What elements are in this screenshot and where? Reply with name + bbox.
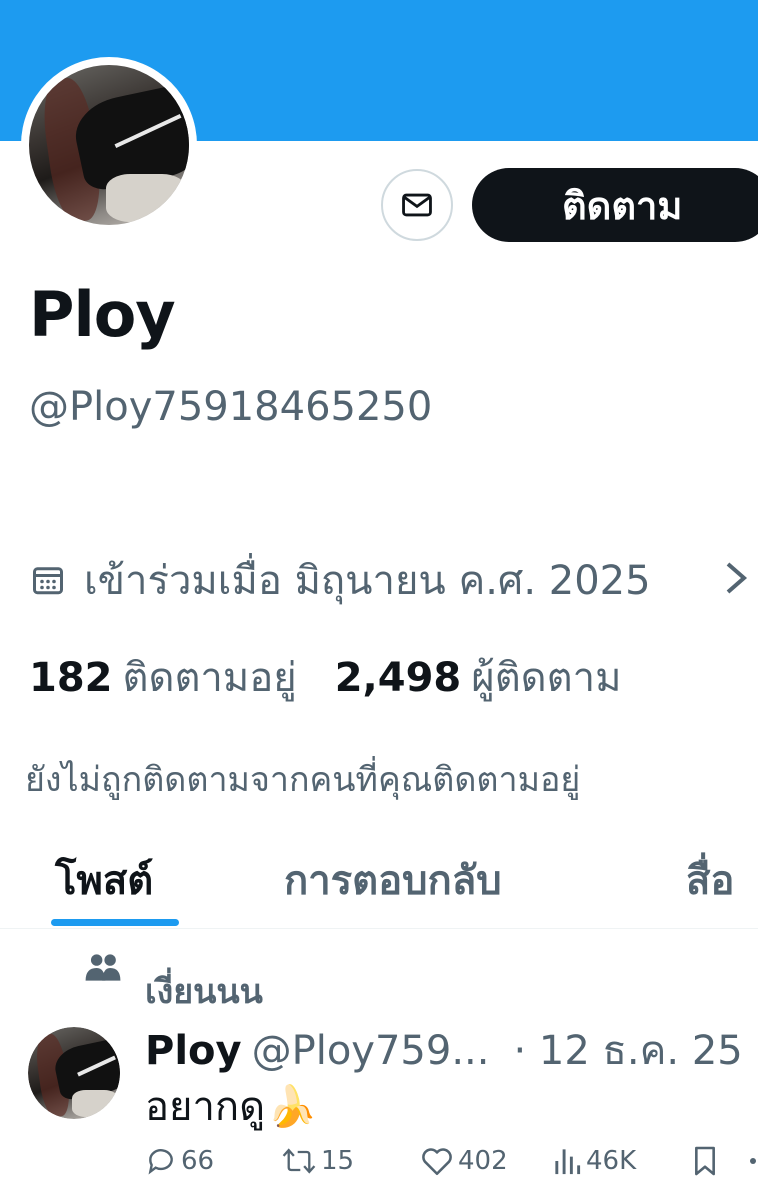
- joined-date-row[interactable]: เข้าร่วมเมื่อ มิถุนายน ค.ศ. 2025: [30, 555, 651, 605]
- active-tab-indicator: [51, 919, 179, 926]
- reply-icon: [148, 1149, 173, 1175]
- profile-handle: @Ploy75918465250: [29, 384, 433, 430]
- repost-button[interactable]: 15: [281, 1145, 354, 1177]
- repost-icon: [282, 1148, 316, 1174]
- tweet-timestamp[interactable]: · 12 ธ.ค. 25: [513, 1018, 742, 1082]
- tweet-avatar[interactable]: [28, 1027, 120, 1119]
- profile-avatar[interactable]: [21, 57, 197, 233]
- bookmark-icon: [695, 1146, 715, 1176]
- tab-replies[interactable]: การตอบกลับ: [284, 848, 502, 912]
- not-followed-note: ยังไม่ถูกติดตามจากคนที่คุณติดตามอยู่: [25, 760, 581, 800]
- reply-button[interactable]: 66: [145, 1145, 214, 1177]
- repost-count: 15: [321, 1146, 355, 1176]
- views-icon: [555, 1149, 581, 1175]
- followers-label: ผู้ติดตาม: [471, 655, 622, 701]
- followers-count: 2,498: [334, 655, 462, 701]
- tweet-author-handle[interactable]: @Ploy759...: [252, 1028, 490, 1074]
- reply-count: 66: [181, 1146, 215, 1176]
- views-count: 46K: [586, 1146, 637, 1176]
- following-link[interactable]: 182 ติดตามอยู่: [29, 645, 297, 709]
- people-icon: [84, 952, 122, 988]
- joined-date-text: เข้าร่วมเมื่อ มิถุนายน ค.ศ. 2025: [84, 558, 651, 604]
- banana-emoji: 🍌: [267, 1083, 317, 1130]
- like-count: 402: [458, 1146, 508, 1176]
- profile-tabs: โพสต์ การตอบกลับ สื่อ: [0, 830, 758, 929]
- follow-stats: 182 ติดตามอยู่ 2,498 ผู้ติดตาม: [29, 645, 621, 709]
- tweet-actions: 66 15 402 46K: [0, 1145, 758, 1189]
- share-button[interactable]: [748, 1145, 758, 1177]
- social-context-label[interactable]: เงี่ยนนน: [145, 964, 263, 1018]
- tab-media[interactable]: สื่อ: [686, 848, 734, 912]
- tweet-header: Ploy @Ploy759... · 12 ธ.ค. 25: [145, 1018, 758, 1082]
- follow-button[interactable]: ติดตาม: [472, 168, 758, 242]
- following-label: ติดตามอยู่: [122, 655, 297, 701]
- like-icon: [422, 1148, 452, 1176]
- tweet-author-name[interactable]: Ploy: [145, 1028, 242, 1074]
- following-count: 182: [29, 655, 113, 701]
- tab-posts[interactable]: โพสต์: [55, 848, 153, 912]
- avatar-image: [29, 65, 189, 225]
- tweet-avatar-image: [28, 1027, 120, 1119]
- views-button[interactable]: 46K: [552, 1145, 636, 1177]
- share-icon: [750, 1158, 756, 1164]
- chevron-right-icon[interactable]: [722, 560, 750, 600]
- message-button[interactable]: [381, 169, 453, 241]
- calendar-icon: [30, 562, 66, 598]
- like-button[interactable]: 402: [420, 1145, 508, 1177]
- bookmark-button[interactable]: [692, 1145, 722, 1177]
- tweet-text: อยากดู 🍌: [145, 1074, 317, 1138]
- followers-link[interactable]: 2,498 ผู้ติดตาม: [335, 645, 622, 709]
- mail-icon: [402, 193, 432, 217]
- tweet-text-content: อยากดู: [145, 1084, 266, 1130]
- profile-display-name: Ploy: [29, 278, 176, 351]
